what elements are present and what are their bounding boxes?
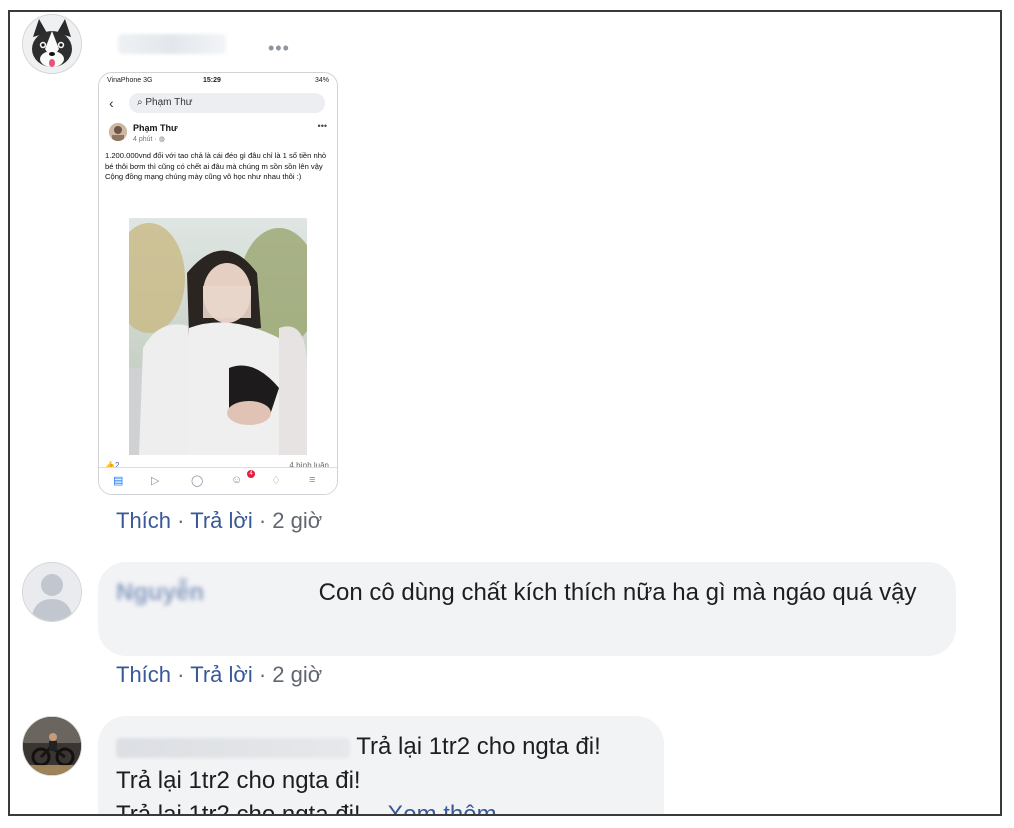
motorbike-photo-icon bbox=[23, 717, 81, 775]
see-more-link[interactable]: Xem thêm bbox=[387, 801, 496, 814]
comment-line-3: Trả lại 1tr2 cho ngta đi!... bbox=[116, 801, 381, 816]
separator: · bbox=[258, 662, 267, 687]
reply-link[interactable]: Trả lời bbox=[190, 508, 253, 533]
phone-search-field: ⌕ Phạm Thư bbox=[129, 93, 325, 113]
profile-icon: ◯ bbox=[191, 475, 204, 487]
commenter-avatar[interactable] bbox=[22, 14, 82, 74]
comment-actions: Thích · Trả lời · 2 giờ bbox=[116, 508, 322, 534]
back-arrow-icon: ‹ bbox=[109, 95, 114, 111]
comment-time[interactable]: 2 giờ bbox=[272, 508, 322, 533]
photo-of-person bbox=[129, 218, 307, 455]
phone-search-value: Phạm Thư bbox=[145, 97, 193, 108]
comment-bubble: Trả lại 1tr2 cho ngta đi! Trả lại 1tr2 c… bbox=[98, 716, 664, 816]
menu-icon: ≡ bbox=[309, 474, 316, 486]
phone-status-bar: VinaPhone 3G 15:29 34% bbox=[107, 77, 329, 84]
husky-avatar-icon bbox=[23, 15, 81, 73]
post-time: 4 phút · ◍ bbox=[133, 136, 165, 143]
separator: · bbox=[177, 662, 185, 687]
separator: · bbox=[177, 508, 185, 533]
comment-line-2: Trả lại 1tr2 cho ngta đi! bbox=[116, 767, 361, 794]
bell-icon: ♢ bbox=[271, 475, 281, 487]
phone-bottom-nav: ▤ ▷ ◯ ☺ 4 ♢ ≡ bbox=[99, 467, 337, 494]
reply-link[interactable]: Trả lời bbox=[190, 662, 253, 687]
comment-line-1: Trả lại 1tr2 cho ngta đi! bbox=[356, 733, 601, 760]
commenter-name-blurred[interactable] bbox=[118, 34, 226, 54]
groups-icon: ☺ bbox=[231, 474, 243, 486]
comment-actions: Thích · Trả lời · 2 giờ bbox=[116, 662, 322, 688]
shared-screenshot-image[interactable]: VinaPhone 3G 15:29 34% ‹ ⌕ Phạm Thư Phạm… bbox=[98, 72, 338, 495]
post-author-name: Phạm Thư bbox=[133, 123, 178, 133]
commenter-name-blurred[interactable] bbox=[116, 738, 350, 758]
comment-text: Con cô dùng chất kích thích nữa ha gì mà… bbox=[318, 579, 917, 606]
more-options-icon[interactable]: ••• bbox=[268, 38, 290, 59]
notification-badge: 4 bbox=[247, 470, 255, 478]
like-link[interactable]: Thích bbox=[116, 508, 171, 533]
commenter-avatar[interactable] bbox=[22, 716, 82, 776]
comment-thread: ••• VinaPhone 3G 15:29 34% ‹ ⌕ Phạm Thư … bbox=[8, 10, 1002, 816]
comment-bubble: Nguyễn Con cô dùng chất kích thích nữa h… bbox=[98, 562, 956, 656]
post-more-icon: ••• bbox=[317, 121, 327, 131]
phone-battery: 34% bbox=[314, 77, 329, 84]
post-author-avatar bbox=[109, 123, 127, 141]
globe-icon: ◍ bbox=[158, 136, 165, 143]
commenter-avatar[interactable] bbox=[22, 562, 82, 622]
phone-clock: 15:29 bbox=[203, 77, 221, 84]
commenter-name[interactable]: Nguyễn bbox=[116, 576, 312, 610]
watch-icon: ▷ bbox=[151, 475, 160, 487]
phone-carrier: VinaPhone 3G bbox=[107, 77, 153, 84]
post-photo bbox=[129, 218, 307, 455]
separator: · bbox=[258, 508, 267, 533]
post-text: 1.200.000vnd đối với tao chả là cái đéo … bbox=[105, 151, 327, 181]
news-feed-icon: ▤ bbox=[113, 475, 124, 487]
comment-time[interactable]: 2 giờ bbox=[272, 662, 322, 687]
like-link[interactable]: Thích bbox=[116, 662, 171, 687]
default-user-icon bbox=[23, 563, 81, 621]
